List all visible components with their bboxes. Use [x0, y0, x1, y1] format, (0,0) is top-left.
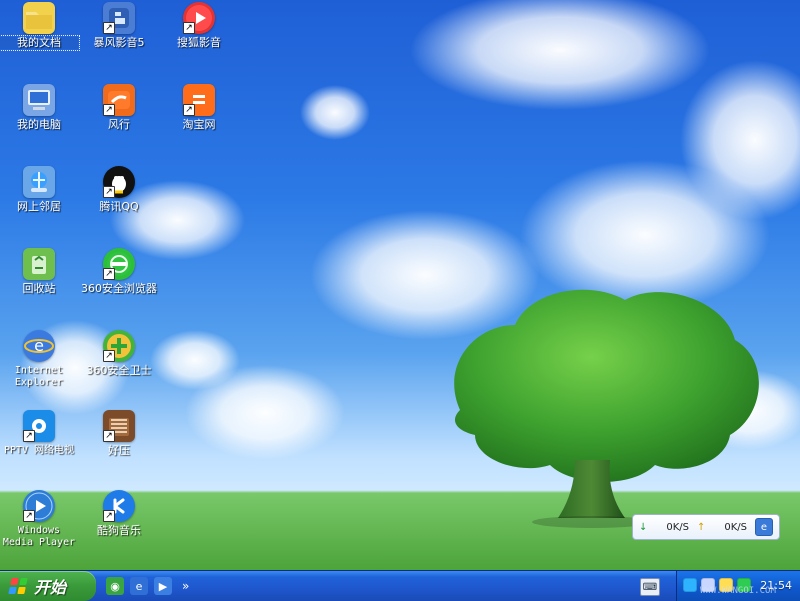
upload-speed-value: 0K/S — [724, 521, 747, 533]
taskbar: 开始 ◉ e ▶ » ⌨ 21:54 — [0, 570, 800, 601]
taobao-icon: ↗ — [183, 84, 215, 116]
desktop-icon-label: 网上邻居 — [17, 200, 61, 213]
desktop-icon[interactable]: 回收站 — [0, 248, 78, 295]
shortcut-arrow-icon: ↗ — [103, 268, 115, 280]
quick-launch-more-chevron-icon[interactable]: » — [182, 579, 189, 593]
shortcut-arrow-icon: ↗ — [103, 510, 115, 522]
desktop-icon[interactable]: ↗ 360安全浏览器 — [80, 248, 158, 295]
shortcut-arrow-icon: ↗ — [23, 430, 35, 442]
shortcut-arrow-icon: ↗ — [183, 104, 195, 116]
down-arrow-icon: ↓ — [639, 521, 648, 533]
desktop-icon-label: 淘宝网 — [182, 118, 216, 131]
shortcut-arrow-icon: ↗ — [183, 22, 195, 34]
desktop-icon[interactable]: 网上邻居 — [0, 166, 78, 213]
network-places-icon — [23, 166, 55, 198]
upload-speed: ↑ 0K/S — [697, 522, 755, 533]
fengxing-icon: ↗ — [103, 84, 135, 116]
shortcut-arrow-icon: ↗ — [103, 350, 115, 362]
360-security-icon: ↗ — [103, 330, 135, 362]
desktop-icon-label: 风行 — [108, 118, 130, 131]
media-player-icon[interactable]: ▶ — [154, 577, 172, 595]
download-speed: ↓ 0K/S — [639, 522, 697, 533]
my-computer-icon — [23, 84, 55, 116]
shortcut-arrow-icon: ↗ — [103, 430, 115, 442]
shortcut-arrow-icon: ↗ — [23, 510, 35, 522]
desktop-icon[interactable]: ↗ Windows Media Player — [0, 490, 78, 549]
system-tray: 21:54 — [676, 571, 800, 601]
keyboard-icon[interactable]: ⌨ — [640, 578, 660, 596]
360-browser-icon: ↗ — [103, 248, 135, 280]
sohu-video-icon: ↗ — [183, 2, 215, 34]
qq-penguin-icon: ↗ — [103, 166, 135, 198]
shortcut-arrow-icon: ↗ — [103, 104, 115, 116]
desktop-icon[interactable]: ↗ 暴风影音5 — [80, 2, 158, 49]
haozip-icon: ↗ — [103, 410, 135, 442]
kugou-music-icon: ↗ — [103, 490, 135, 522]
pptv-icon: ↗ — [23, 410, 55, 442]
desktop-icon[interactable]: ↗ 淘宝网 — [160, 84, 238, 131]
desktop-icon-label: 360安全卫士 — [86, 364, 152, 377]
desktop-icon-label: 酷狗音乐 — [97, 524, 141, 537]
desktop-icon-label: 我的电脑 — [17, 118, 61, 131]
desktop-icon[interactable]: ↗ 酷狗音乐 — [80, 490, 158, 537]
show-desktop-icon[interactable]: ◉ — [106, 577, 124, 595]
desktop-icon[interactable]: ↗ PPTV 网络电视 — [0, 410, 78, 457]
desktop-icon-label: Windows Media Player — [2, 525, 76, 548]
desktop[interactable]: 我的文档 ↗ 暴风影音5 ↗ 搜狐影音 我的电脑 ↗ 风行 ↗ 淘宝网 网上邻居… — [0, 0, 800, 570]
security-shield-icon[interactable] — [683, 578, 697, 592]
desktop-icon[interactable]: ↗ 360安全卫士 — [80, 330, 158, 377]
desktop-icon-label: Internet Explorer — [14, 365, 64, 388]
ie-badge-icon[interactable]: e — [755, 518, 773, 536]
desktop-icon[interactable]: 我的电脑 — [0, 84, 78, 131]
cloud — [185, 365, 345, 460]
internet-explorer-icon[interactable]: e — [130, 577, 148, 595]
desktop-icon[interactable]: ↗ 搜狐影音 — [160, 2, 238, 49]
cloud — [410, 0, 710, 110]
desktop-icon[interactable]: ↗ 好压 — [80, 410, 158, 457]
storm-player-icon: ↗ — [103, 2, 135, 34]
desktop-icon-label: 暴风影音5 — [93, 36, 145, 49]
volume-icon[interactable] — [719, 578, 733, 592]
recycle-bin-icon — [23, 248, 55, 280]
desktop-icon-label: 搜狐影音 — [177, 36, 221, 49]
network-speed-widget[interactable]: ↓ 0K/S ↑ 0K/S e — [632, 514, 780, 540]
shortcut-arrow-icon: ↗ — [103, 186, 115, 198]
desktop-icon-label: PPTV 网络电视 — [3, 445, 75, 456]
desktop-icon[interactable]: e Internet Explorer — [0, 330, 78, 389]
windows-media-player-icon: ↗ — [23, 490, 55, 522]
shortcut-arrow-icon: ↗ — [103, 22, 115, 34]
desktop-icon[interactable]: ↗ 风行 — [80, 84, 158, 131]
up-arrow-icon: ↑ — [697, 521, 706, 533]
tree-illustration — [454, 289, 759, 528]
desktop-icon-label: 360安全浏览器 — [81, 282, 157, 295]
desktop-icon[interactable]: ↗ 腾讯QQ — [80, 166, 158, 213]
quick-launch: ◉ e ▶ » — [106, 576, 189, 596]
windows-flag-icon — [8, 578, 28, 594]
network-icon[interactable] — [701, 578, 715, 592]
start-button[interactable]: 开始 — [0, 571, 96, 601]
clock[interactable]: 21:54 — [760, 579, 792, 592]
folder-documents-icon — [23, 2, 55, 34]
desktop-icon-label: 腾讯QQ — [99, 200, 139, 213]
cloud — [300, 85, 370, 140]
desktop-icon-label: 回收站 — [22, 282, 56, 295]
desktop-icon-label: 我的文档 — [0, 35, 80, 51]
tray-icons — [683, 578, 751, 592]
desktop-icon-label: 好压 — [108, 444, 130, 457]
internet-explorer-icon: e — [23, 330, 55, 362]
download-speed-value: 0K/S — [666, 521, 689, 533]
desktop-icon[interactable]: 我的文档 — [0, 2, 80, 51]
update-icon[interactable] — [737, 578, 751, 592]
start-label: 开始 — [34, 578, 67, 597]
